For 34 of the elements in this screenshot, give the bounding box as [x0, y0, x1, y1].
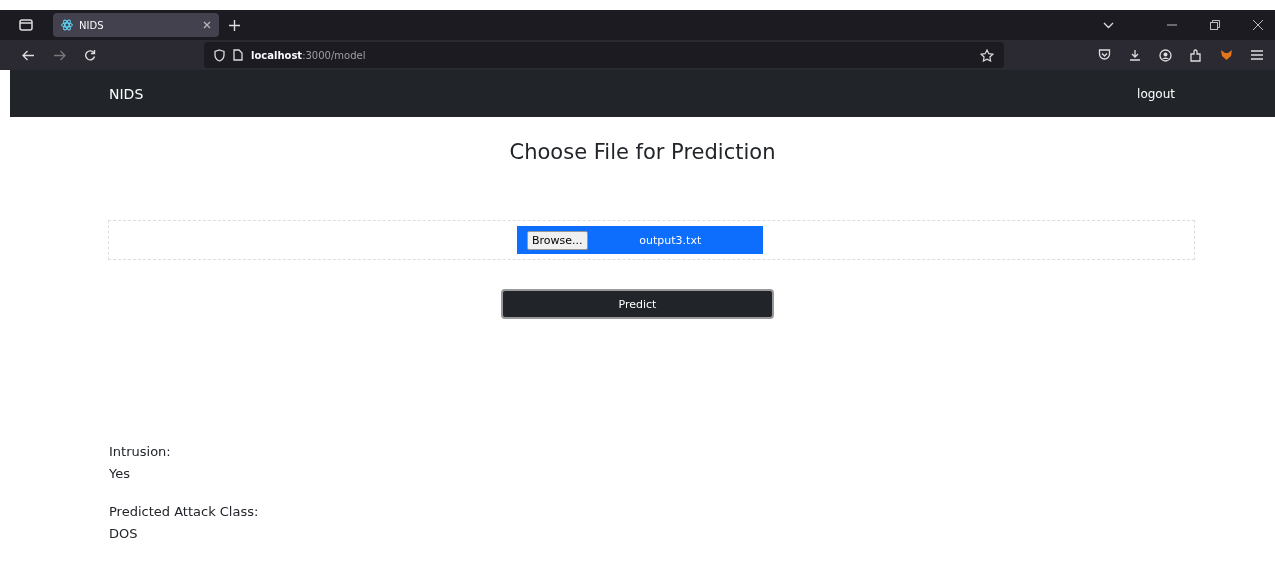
account-icon[interactable]	[1159, 48, 1172, 62]
file-input[interactable]: Browse... output3.txt	[517, 226, 763, 254]
fox-icon[interactable]	[1220, 49, 1233, 61]
result-label: Intrusion:	[109, 443, 172, 461]
chevron-down-icon[interactable]	[1103, 21, 1114, 29]
restore-icon[interactable]	[1210, 20, 1220, 30]
close-icon[interactable]	[203, 21, 211, 29]
pocket-icon[interactable]	[1098, 49, 1111, 61]
result-label: Predicted Attack Class:	[109, 503, 260, 521]
result-value: DOS	[109, 525, 139, 543]
puzzle-icon[interactable]	[1190, 48, 1202, 62]
download-icon[interactable]	[1129, 49, 1141, 61]
close-icon[interactable]	[1253, 20, 1263, 30]
tab-title: NIDS	[79, 19, 105, 31]
brand-link[interactable]: NIDS	[109, 85, 144, 102]
predict-button[interactable]: Predict	[501, 289, 774, 319]
menu-icon[interactable]	[1251, 50, 1263, 60]
address-bar[interactable]: localhost:3000/model	[204, 42, 1004, 68]
tab-list-icon[interactable]	[19, 19, 33, 31]
shield-icon	[214, 48, 225, 62]
back-arrow-icon[interactable]	[22, 49, 35, 61]
file-name: output3.txt	[638, 233, 703, 247]
logout-link[interactable]: logout	[1137, 86, 1175, 101]
star-icon[interactable]	[980, 48, 994, 62]
browse-button[interactable]: Browse...	[527, 230, 588, 250]
plus-icon[interactable]	[229, 19, 240, 31]
result-value: Yes	[109, 465, 131, 483]
page-heading: Choose File for Prediction	[508, 140, 777, 164]
forward-arrow-icon[interactable]	[53, 49, 66, 61]
reload-icon[interactable]	[84, 49, 96, 61]
url-text: localhost:3000/model	[251, 49, 366, 61]
page-icon	[233, 49, 243, 61]
react-icon	[61, 19, 73, 31]
browser-tab[interactable]: NIDS	[53, 13, 219, 37]
